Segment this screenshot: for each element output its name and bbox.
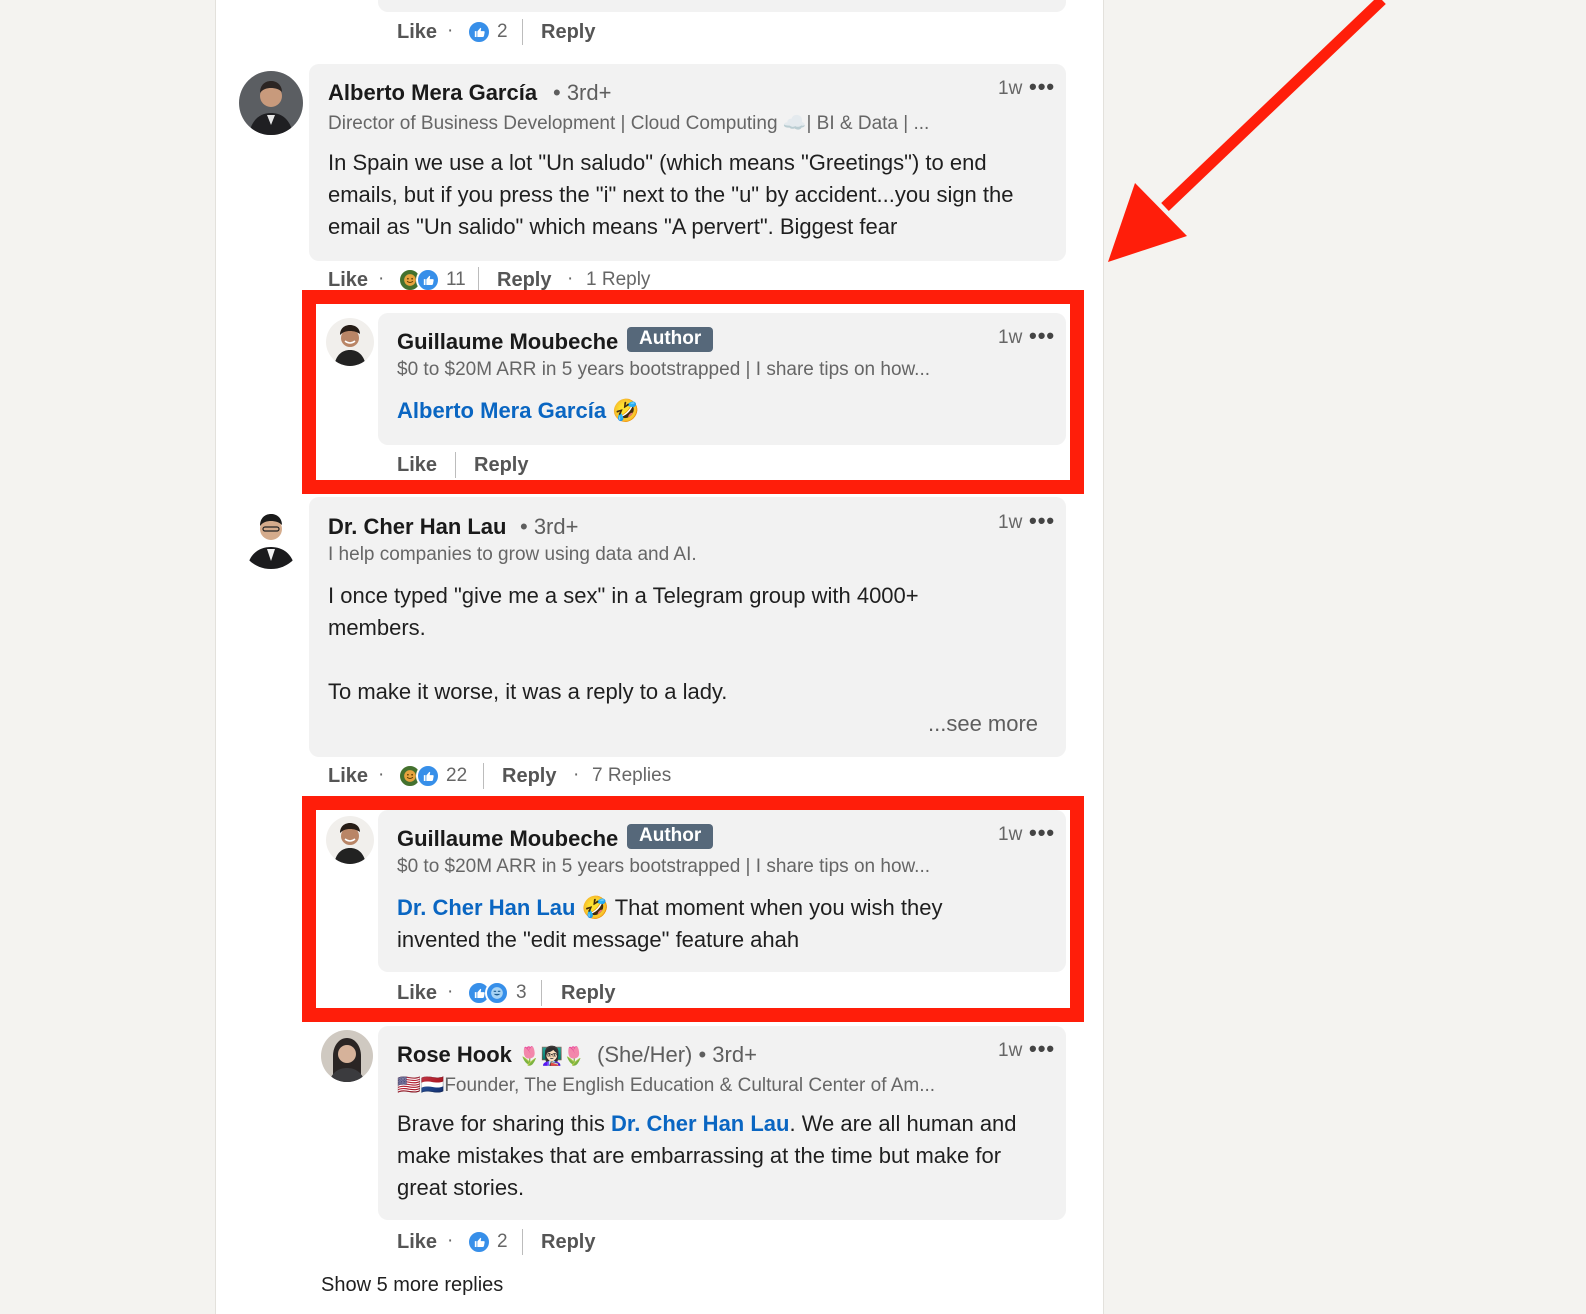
divider xyxy=(522,1229,523,1255)
commenter-headline: I help companies to grow using data and … xyxy=(328,544,697,565)
show-more-replies-link[interactable]: Show 5 more replies xyxy=(321,1274,503,1297)
avatar[interactable] xyxy=(239,505,303,569)
more-options-icon[interactable]: ••• xyxy=(1029,74,1055,100)
dot-separator: · xyxy=(378,764,385,785)
pronouns-and-degree: (She/Her) • 3rd+ xyxy=(597,1042,757,1067)
like-button[interactable]: Like xyxy=(397,1231,437,1254)
reply-button[interactable]: Reply xyxy=(541,21,595,44)
reaction-count[interactable]: 2 xyxy=(497,1231,508,1253)
comment-text: I once typed "give me a sex" in a Telegr… xyxy=(328,580,1038,708)
like-button[interactable]: Like xyxy=(328,765,368,788)
dot-separator: · xyxy=(447,20,454,41)
divider xyxy=(522,19,523,45)
dot-separator: · xyxy=(378,268,385,289)
like-reaction-icon xyxy=(416,764,440,788)
reaction-count[interactable]: 22 xyxy=(446,765,467,787)
avatar[interactable] xyxy=(321,1030,373,1082)
highlight-box xyxy=(302,796,1084,1022)
reaction-count[interactable]: 2 xyxy=(497,21,508,43)
reply-button[interactable]: Reply xyxy=(541,1231,595,1254)
avatar[interactable] xyxy=(239,71,303,135)
more-options-icon[interactable]: ••• xyxy=(1029,508,1055,534)
reply-text: Brave for sharing this Dr. Cher Han Lau.… xyxy=(397,1111,1017,1200)
red-arrow-annotation xyxy=(1108,0,1386,262)
connection-degree: • 3rd+ xyxy=(520,514,579,539)
commenter-name[interactable]: Rose Hook 🌷👩🏻‍🏫🌷 xyxy=(397,1042,585,1068)
highlight-box xyxy=(302,290,1084,494)
connection-degree: • 3rd+ xyxy=(553,80,612,105)
comment-text-line: To make it worse, it was a reply to a la… xyxy=(328,679,728,704)
comment-text: In Spain we use a lot "Un saludo" (which… xyxy=(328,150,1014,239)
reply-button[interactable]: Reply xyxy=(497,269,551,292)
timestamp: 1w xyxy=(998,78,1023,99)
like-button[interactable]: Like xyxy=(397,21,437,44)
replies-count-link[interactable]: 7 Replies xyxy=(592,765,671,787)
like-reaction-icon xyxy=(467,1230,491,1254)
commenter-name[interactable]: Alberto Mera García xyxy=(328,80,537,106)
divider xyxy=(483,763,484,789)
comment-text-line: members. xyxy=(328,615,426,640)
dot-separator: · xyxy=(567,268,574,289)
like-reaction-icon xyxy=(416,268,440,292)
dot-separator: · xyxy=(573,764,580,785)
more-options-icon[interactable]: ••• xyxy=(1029,1036,1055,1062)
commenter-headline: Director of Business Development | Cloud… xyxy=(328,113,930,134)
reply-button[interactable]: Reply xyxy=(502,765,556,788)
mention-link[interactable]: Dr. Cher Han Lau xyxy=(611,1111,789,1136)
reaction-count[interactable]: 11 xyxy=(446,269,466,291)
name-emojis: 🌷👩🏻‍🏫🌷 xyxy=(518,1046,586,1066)
timestamp: 1w xyxy=(998,512,1023,533)
comment-text-line: I once typed "give me a sex" in a Telegr… xyxy=(328,583,919,608)
like-reaction-icon xyxy=(467,20,491,44)
commenter-headline: 🇺🇸🇳🇱Founder, The English Education & Cul… xyxy=(397,1075,936,1096)
commenter-name[interactable]: Dr. Cher Han Lau xyxy=(328,514,506,540)
timestamp: 1w xyxy=(998,1040,1023,1061)
dot-separator: · xyxy=(447,1230,454,1251)
replies-count-link[interactable]: 1 Reply xyxy=(586,269,650,291)
previous-comment-bubble xyxy=(378,0,1066,12)
like-button[interactable]: Like xyxy=(328,269,368,292)
see-more-link[interactable]: ...see more xyxy=(928,711,1038,737)
